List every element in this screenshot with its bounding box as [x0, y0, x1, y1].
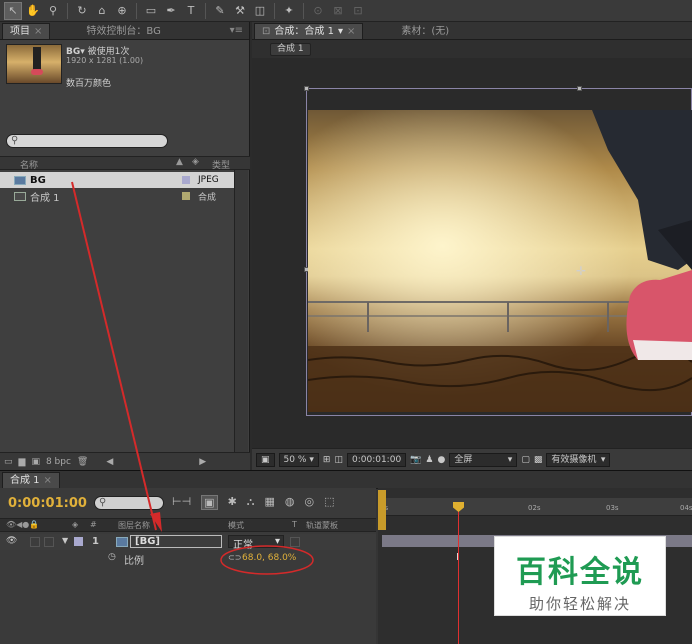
annotation-arrow-line — [71, 181, 157, 531]
watermark-badge: 百科全说 助你轻松解决 — [494, 536, 666, 616]
annotation-circle — [220, 545, 314, 575]
watermark-subtitle: 助你轻松解决 — [528, 595, 631, 613]
watermark-title: 百科全说 — [516, 555, 644, 590]
